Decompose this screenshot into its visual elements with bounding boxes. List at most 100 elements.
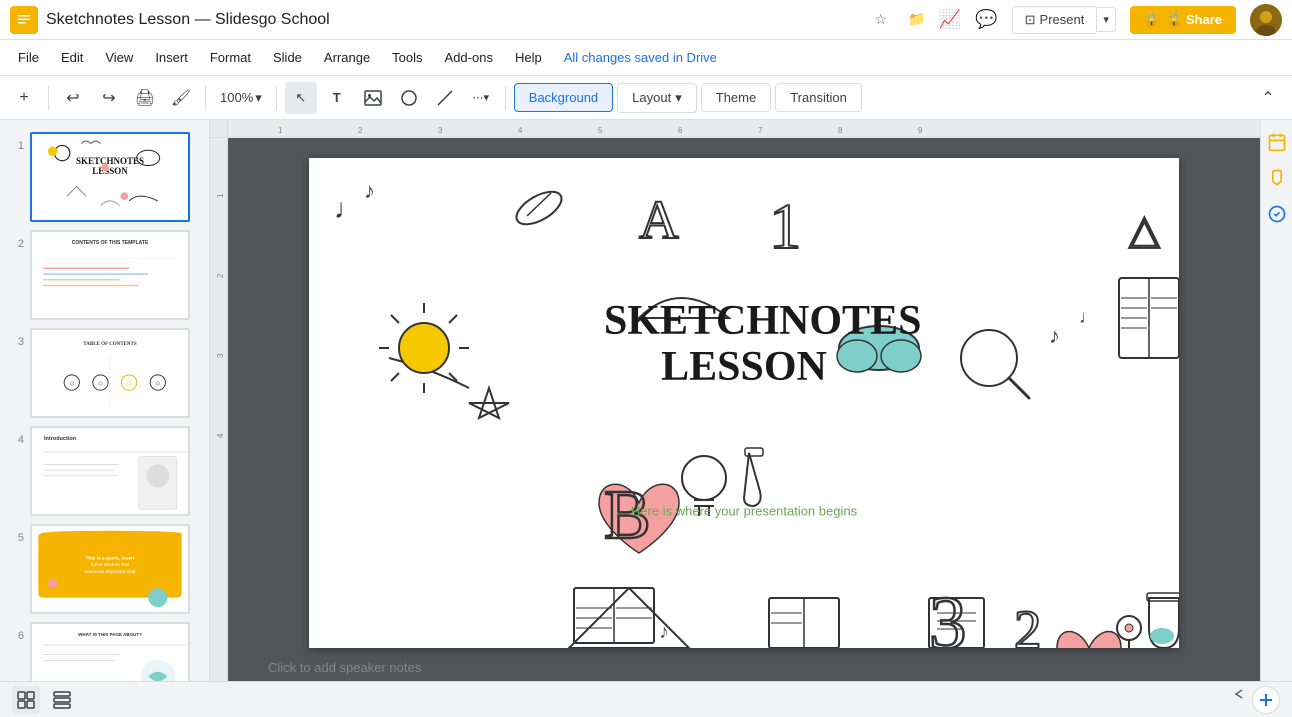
svg-text:☺: ☺ bbox=[97, 380, 104, 387]
menu-file[interactable]: File bbox=[8, 46, 49, 69]
doodle-background: ♩ ♪ A 1 bbox=[309, 158, 1179, 648]
svg-text:2: 2 bbox=[1014, 599, 1042, 648]
user-avatar[interactable] bbox=[1250, 4, 1282, 36]
autosave-status: All changes saved in Drive bbox=[564, 50, 717, 65]
menu-addons[interactable]: Add-ons bbox=[435, 46, 503, 69]
svg-text:1: 1 bbox=[769, 191, 802, 263]
svg-text:3: 3 bbox=[438, 126, 443, 135]
svg-text:☺: ☺ bbox=[154, 380, 161, 387]
toolbar-divider-1 bbox=[48, 86, 49, 110]
theme-button[interactable]: Theme bbox=[701, 83, 771, 112]
slide-preview-3[interactable]: TABLE OF CONTENTS ☺ ☺ ☺ ☺ bbox=[30, 328, 190, 418]
slide-thumbnail-5[interactable]: 5 This is a quote, insert full of wisdom… bbox=[0, 520, 209, 618]
bottom-right-area bbox=[1252, 686, 1280, 714]
menu-slide[interactable]: Slide bbox=[263, 46, 312, 69]
transition-button[interactable]: Transition bbox=[775, 83, 862, 112]
paint-format-button[interactable]: 🖌 bbox=[165, 82, 197, 114]
menu-format[interactable]: Format bbox=[200, 46, 261, 69]
svg-text:1: 1 bbox=[216, 193, 225, 198]
speaker-notes[interactable]: Click to add speaker notes bbox=[248, 648, 1240, 681]
slide-4-content: Introduction bbox=[32, 428, 188, 514]
menu-arrange[interactable]: Arrange bbox=[314, 46, 380, 69]
tasks-icon[interactable] bbox=[1263, 200, 1291, 228]
svg-text:△: △ bbox=[1129, 208, 1160, 252]
toolbar-divider-2 bbox=[205, 86, 206, 110]
slide-thumbnail-2[interactable]: 2 CONTENTS OF THIS TEMPLATE bbox=[0, 226, 209, 324]
slide-canvas[interactable]: ♩ ♪ A 1 bbox=[309, 158, 1179, 648]
rulers-row: 1 2 3 4 5 6 7 8 9 bbox=[210, 120, 1260, 138]
slide-preview-4[interactable]: Introduction bbox=[30, 426, 190, 516]
menu-view[interactable]: View bbox=[95, 46, 143, 69]
slide-1-content: SKETCHNOTESLESSON bbox=[32, 134, 188, 220]
more-shapes-button[interactable]: ⋯▾ bbox=[465, 82, 497, 114]
svg-text:5: 5 bbox=[598, 126, 603, 135]
line-tool-button[interactable] bbox=[429, 82, 461, 114]
canvas-with-vruler: 1 2 3 4 ♩ ♪ bbox=[210, 138, 1260, 681]
background-button[interactable]: Background bbox=[514, 83, 613, 112]
menu-edit[interactable]: Edit bbox=[51, 46, 93, 69]
slide-preview-1[interactable]: SKETCHNOTESLESSON bbox=[30, 132, 190, 222]
star-icon[interactable]: ☆ bbox=[867, 6, 895, 34]
expand-panel-button[interactable] bbox=[1230, 684, 1250, 709]
svg-text:☺: ☺ bbox=[126, 380, 133, 387]
svg-text:6: 6 bbox=[678, 126, 683, 135]
slide-num-6: 6 bbox=[8, 622, 24, 642]
shape-tool-button[interactable] bbox=[393, 82, 425, 114]
slide-main-title: SKETCHNOTES LESSON bbox=[604, 298, 884, 390]
toolbar-divider-3 bbox=[276, 86, 277, 110]
comments-icon[interactable]: 💬 bbox=[975, 9, 997, 30]
calendar-icon[interactable] bbox=[1263, 128, 1291, 156]
folder-icon[interactable]: 📁 bbox=[903, 6, 931, 34]
keep-icon[interactable] bbox=[1263, 164, 1291, 192]
svg-text:☺: ☺ bbox=[68, 380, 75, 387]
add-slide-floating-button[interactable] bbox=[1252, 686, 1280, 714]
speaker-notes-placeholder: Click to add speaker notes bbox=[268, 660, 421, 675]
grid-view-button[interactable] bbox=[12, 686, 40, 714]
document-title: Sketchnotes Lesson — Slidesgo School bbox=[46, 11, 859, 29]
slide-thumbnail-3[interactable]: 3 TABLE OF CONTENTS ☺ ☺ ☺ ☺ bbox=[0, 324, 209, 422]
svg-text:4: 4 bbox=[518, 126, 523, 135]
svg-text:4: 4 bbox=[216, 433, 225, 438]
svg-text:3: 3 bbox=[929, 582, 967, 648]
slide-preview-6[interactable]: WHAT IS THIS PAGE ABOUT? bbox=[30, 622, 190, 681]
zoom-selector[interactable]: 100% ▾ bbox=[214, 86, 268, 110]
text-tool-button[interactable]: T bbox=[321, 82, 353, 114]
analytics-icon[interactable]: 📈 bbox=[939, 9, 961, 30]
share-button[interactable]: 🔒 🔒 Share bbox=[1130, 6, 1236, 34]
zoom-value: 100% bbox=[220, 90, 253, 105]
cursor-tool-button[interactable]: ↖ bbox=[285, 82, 317, 114]
svg-text:3: 3 bbox=[216, 353, 225, 358]
svg-text:1: 1 bbox=[278, 126, 283, 135]
present-dropdown-button[interactable]: ▾ bbox=[1096, 7, 1116, 32]
svg-text:♪: ♪ bbox=[659, 621, 669, 643]
slide-thumbnail-1[interactable]: 1 SKETCHNOTESLESSON bbox=[0, 128, 209, 226]
redo-button[interactable]: ↪ bbox=[93, 82, 125, 114]
slide-preview-5[interactable]: This is a quote, insert full of wisdom t… bbox=[30, 524, 190, 614]
slide-num-3: 3 bbox=[8, 328, 24, 348]
slide-subtitle: Here is where your presentation begins bbox=[604, 503, 884, 518]
slide-thumbnail-4[interactable]: 4 Introduction bbox=[0, 422, 209, 520]
undo-button[interactable]: ↩ bbox=[57, 82, 89, 114]
slide-num-2: 2 bbox=[8, 230, 24, 250]
add-slide-toolbar-btn[interactable]: + bbox=[8, 82, 40, 114]
print-button[interactable]: 🖨 bbox=[129, 82, 161, 114]
svg-text:9: 9 bbox=[918, 126, 923, 135]
layout-button[interactable]: Layout ▾ bbox=[617, 83, 697, 113]
layout-dropdown-icon: ▾ bbox=[675, 90, 682, 106]
vertical-ruler: 1 2 3 4 bbox=[210, 138, 228, 681]
list-view-button[interactable] bbox=[48, 686, 76, 714]
slide-preview-2[interactable]: CONTENTS OF THIS TEMPLATE bbox=[30, 230, 190, 320]
collapse-panel-btn[interactable]: ⌃ bbox=[1252, 82, 1284, 114]
svg-text:♪: ♪ bbox=[364, 178, 375, 203]
svg-text:2: 2 bbox=[216, 273, 225, 278]
menu-help[interactable]: Help bbox=[505, 46, 552, 69]
svg-text:A: A bbox=[639, 189, 679, 250]
image-tool-button[interactable] bbox=[357, 82, 389, 114]
svg-text:♩: ♩ bbox=[1079, 307, 1097, 327]
slide-thumbnail-6[interactable]: 6 WHAT IS THIS PAGE ABOUT? bbox=[0, 618, 209, 681]
menu-tools[interactable]: Tools bbox=[382, 46, 432, 69]
transition-label: Transition bbox=[790, 90, 847, 105]
present-button[interactable]: ⊡ Present bbox=[1012, 6, 1097, 34]
canvas-area[interactable]: ♩ ♪ A 1 bbox=[228, 138, 1260, 681]
menu-insert[interactable]: Insert bbox=[145, 46, 198, 69]
